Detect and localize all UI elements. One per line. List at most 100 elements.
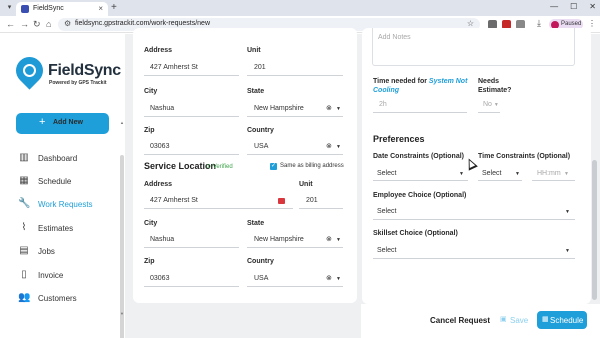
service-state-select[interactable]: New Hampshire (254, 236, 304, 243)
chevron-down-icon[interactable]: ▼ (459, 171, 464, 177)
address-card: Address 427 Amherst St Unit 201 City Nas… (133, 28, 357, 303)
bar-chart-icon: ▥ (19, 152, 29, 163)
new-tab-icon[interactable]: + (111, 2, 117, 13)
page-scrollbar[interactable] (592, 160, 597, 300)
same-as-billing-label: Same as billing address (280, 163, 344, 169)
more-options-icon[interactable]: ⋮ (588, 19, 596, 28)
sidebar-item-label: Invoice (38, 271, 64, 280)
favicon-icon (21, 5, 29, 13)
time-needed-input[interactable]: 2h (379, 101, 387, 108)
clear-icon[interactable]: ⊗ (326, 235, 332, 243)
save-button[interactable]: ▣ Save (495, 311, 531, 329)
home-icon[interactable]: ⌂ (46, 19, 51, 29)
sidebar-item-invoice[interactable]: ▯ Invoice (0, 265, 125, 287)
chevron-down-icon[interactable]: ▼ (565, 248, 570, 254)
clear-icon[interactable]: ⊗ (326, 142, 332, 150)
billing-city-label: City (144, 88, 158, 95)
site-info-icon[interactable]: ⚙ (64, 19, 71, 28)
billing-country-label: Country (247, 127, 274, 134)
sidebar-item-work-requests[interactable]: 🔧 Work Requests (0, 194, 125, 216)
back-icon[interactable]: ← (6, 19, 15, 29)
wrench-icon: 🔧 (18, 198, 31, 209)
app-sidebar: FieldSync Powered by GPS Trackit + Add N… (0, 34, 125, 338)
service-state-label: State (247, 220, 265, 227)
clear-icon[interactable]: ⊗ (326, 104, 332, 112)
chevron-down-icon[interactable]: ▼ (336, 237, 341, 243)
verified-badge: ⊙ Verified (206, 164, 233, 170)
service-address-label: Address (144, 181, 173, 188)
clear-icon[interactable]: ⊗ (326, 274, 332, 282)
map-pin-icon[interactable] (278, 198, 285, 204)
main-content: Address 427 Amherst St Unit 201 City Nas… (125, 28, 600, 338)
verified-label: Verified (212, 164, 233, 170)
add-new-label: Add New (53, 119, 83, 126)
sidebar-item-label: Schedule (38, 177, 72, 186)
billing-state-select[interactable]: New Hampshire (254, 105, 304, 112)
notes-placeholder: Add Notes (378, 34, 411, 41)
sidebar-item-customers[interactable]: 👥 Customers (0, 288, 125, 310)
service-country-label: Country (247, 258, 274, 265)
tab-close-icon[interactable]: × (98, 4, 103, 13)
sidebar-item-jobs[interactable]: ▤ Jobs (0, 241, 125, 263)
document-icon: ▯ (21, 269, 27, 280)
same-as-billing-checkbox[interactable]: ✓ (270, 163, 277, 170)
service-country-select[interactable]: USA (254, 275, 268, 282)
date-constraints-select[interactable]: Select (377, 170, 396, 177)
billing-country-select[interactable]: USA (254, 143, 268, 150)
plus-icon: + (39, 116, 46, 128)
address-bar-url: fieldsync.gpstrackit.com/work-requests/n… (75, 20, 210, 27)
bookmark-star-icon[interactable]: ☆ (467, 19, 474, 28)
chevron-down-icon[interactable]: ▼ (515, 171, 520, 177)
service-address-input[interactable]: 427 Amherst St (150, 197, 198, 204)
service-zip-label: Zip (144, 258, 155, 265)
billing-unit-label: Unit (247, 47, 261, 54)
needs-estimate-select[interactable]: No ▼ (483, 101, 499, 108)
employee-choice-label: Employee Choice (Optional) (373, 192, 467, 199)
sidebar-item-label: Jobs (38, 247, 55, 256)
scroll-up-icon[interactable]: ▲ (120, 120, 124, 125)
schedule-button[interactable]: ▦ Schedule (537, 311, 587, 329)
reload-icon[interactable]: ↻ (33, 19, 41, 30)
minimize-icon[interactable]: — (550, 2, 558, 11)
browser-tab[interactable]: FieldSync × (16, 2, 108, 16)
preferences-title: Preferences (373, 134, 425, 144)
calendar-icon: ▦ (19, 175, 29, 186)
service-city-input[interactable]: Nashua (150, 236, 174, 243)
billing-unit-input[interactable]: 201 (254, 64, 266, 71)
skillset-choice-select[interactable]: Select (377, 247, 396, 254)
browser-tab-bar: ▾ FieldSync × + — ☐ ✕ (0, 0, 600, 16)
notes-textarea[interactable]: Add Notes (372, 28, 575, 66)
time-needed-label: Time needed for System Not Cooling (373, 78, 468, 94)
time-input[interactable]: HH:mm (537, 170, 561, 177)
add-new-button[interactable]: + Add New (16, 113, 109, 134)
service-unit-input[interactable]: 201 (306, 197, 318, 204)
sidebar-item-estimates[interactable]: ⌇ Estimates (0, 218, 125, 240)
maximize-icon[interactable]: ☐ (570, 2, 577, 11)
time-constraints-label: Time Constraints (Optional) (478, 153, 571, 160)
save-icon: ▣ (500, 316, 507, 323)
chevron-down-icon[interactable]: ▼ (336, 106, 341, 112)
time-constraints-select[interactable]: Select (482, 170, 501, 177)
service-city-label: City (144, 220, 158, 227)
sidebar-item-label: Estimates (38, 224, 74, 233)
cancel-request-button[interactable]: Cancel Request (430, 316, 490, 325)
chevron-down-icon[interactable]: ▼ (336, 276, 341, 282)
service-zip-input[interactable]: 03063 (150, 275, 169, 282)
scroll-down-icon[interactable]: ▼ (120, 311, 124, 316)
window-controls: — ☐ ✕ (550, 2, 596, 11)
sidebar-item-dashboard[interactable]: ▥ Dashboard (0, 148, 125, 170)
forward-icon[interactable]: → (20, 19, 29, 29)
chevron-down-icon[interactable]: ▼ (564, 171, 569, 177)
billing-address-input[interactable]: 427 Amherst St (150, 64, 198, 71)
chevron-down-icon[interactable]: ▼ (565, 209, 570, 215)
billing-zip-label: Zip (144, 127, 155, 134)
skillset-choice-label: Skillset Choice (Optional) (373, 230, 458, 237)
clipboard-icon: ▤ (19, 245, 29, 256)
chevron-down-icon[interactable]: ▼ (336, 144, 341, 150)
billing-zip-input[interactable]: 03063 (150, 143, 169, 150)
employee-choice-select[interactable]: Select (377, 208, 396, 215)
billing-city-input[interactable]: Nashua (150, 105, 174, 112)
sidebar-item-schedule[interactable]: ▦ Schedule (0, 171, 125, 193)
tab-search-icon[interactable]: ▾ (4, 3, 15, 13)
close-window-icon[interactable]: ✕ (589, 2, 596, 11)
